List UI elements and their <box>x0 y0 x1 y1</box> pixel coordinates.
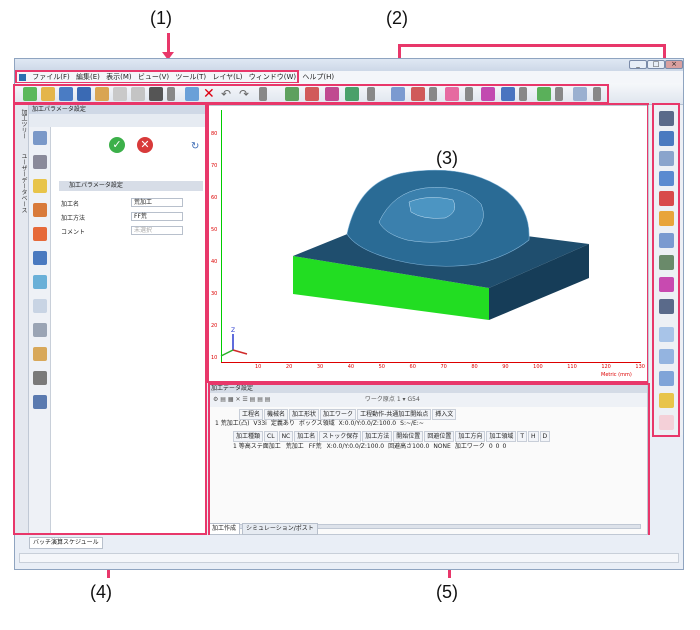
left-pane-highlight <box>13 103 207 535</box>
view-toolbar-highlight <box>652 103 680 437</box>
toolbar-highlight <box>13 84 609 104</box>
batch-schedule-tab[interactable]: バッチ演算スケジュール <box>29 537 103 549</box>
maximize-button[interactable]: □ <box>647 60 665 69</box>
callout-5: (5) <box>436 582 458 602</box>
callout-2: (2) <box>386 8 408 28</box>
callout-3: (3) <box>436 148 458 168</box>
menu-help[interactable]: ヘルプ(H) <box>302 73 334 81</box>
close-button[interactable]: × <box>665 60 683 69</box>
app-window: _ □ × ファイル(F) 編集(E) 表示(M) ビュー(V) ツール(T) … <box>13 58 684 570</box>
callout-2-bracket <box>398 44 666 47</box>
data-panel-highlight <box>208 383 650 537</box>
minimize-button[interactable]: _ <box>629 60 647 69</box>
callout-4: (4) <box>90 582 112 602</box>
viewport-highlight <box>207 103 649 383</box>
menu-bar-highlight <box>15 70 299 84</box>
status-bar: バッチ演算スケジュール <box>15 535 683 569</box>
status-strip <box>19 553 679 563</box>
callout-1: (1) <box>150 8 172 28</box>
